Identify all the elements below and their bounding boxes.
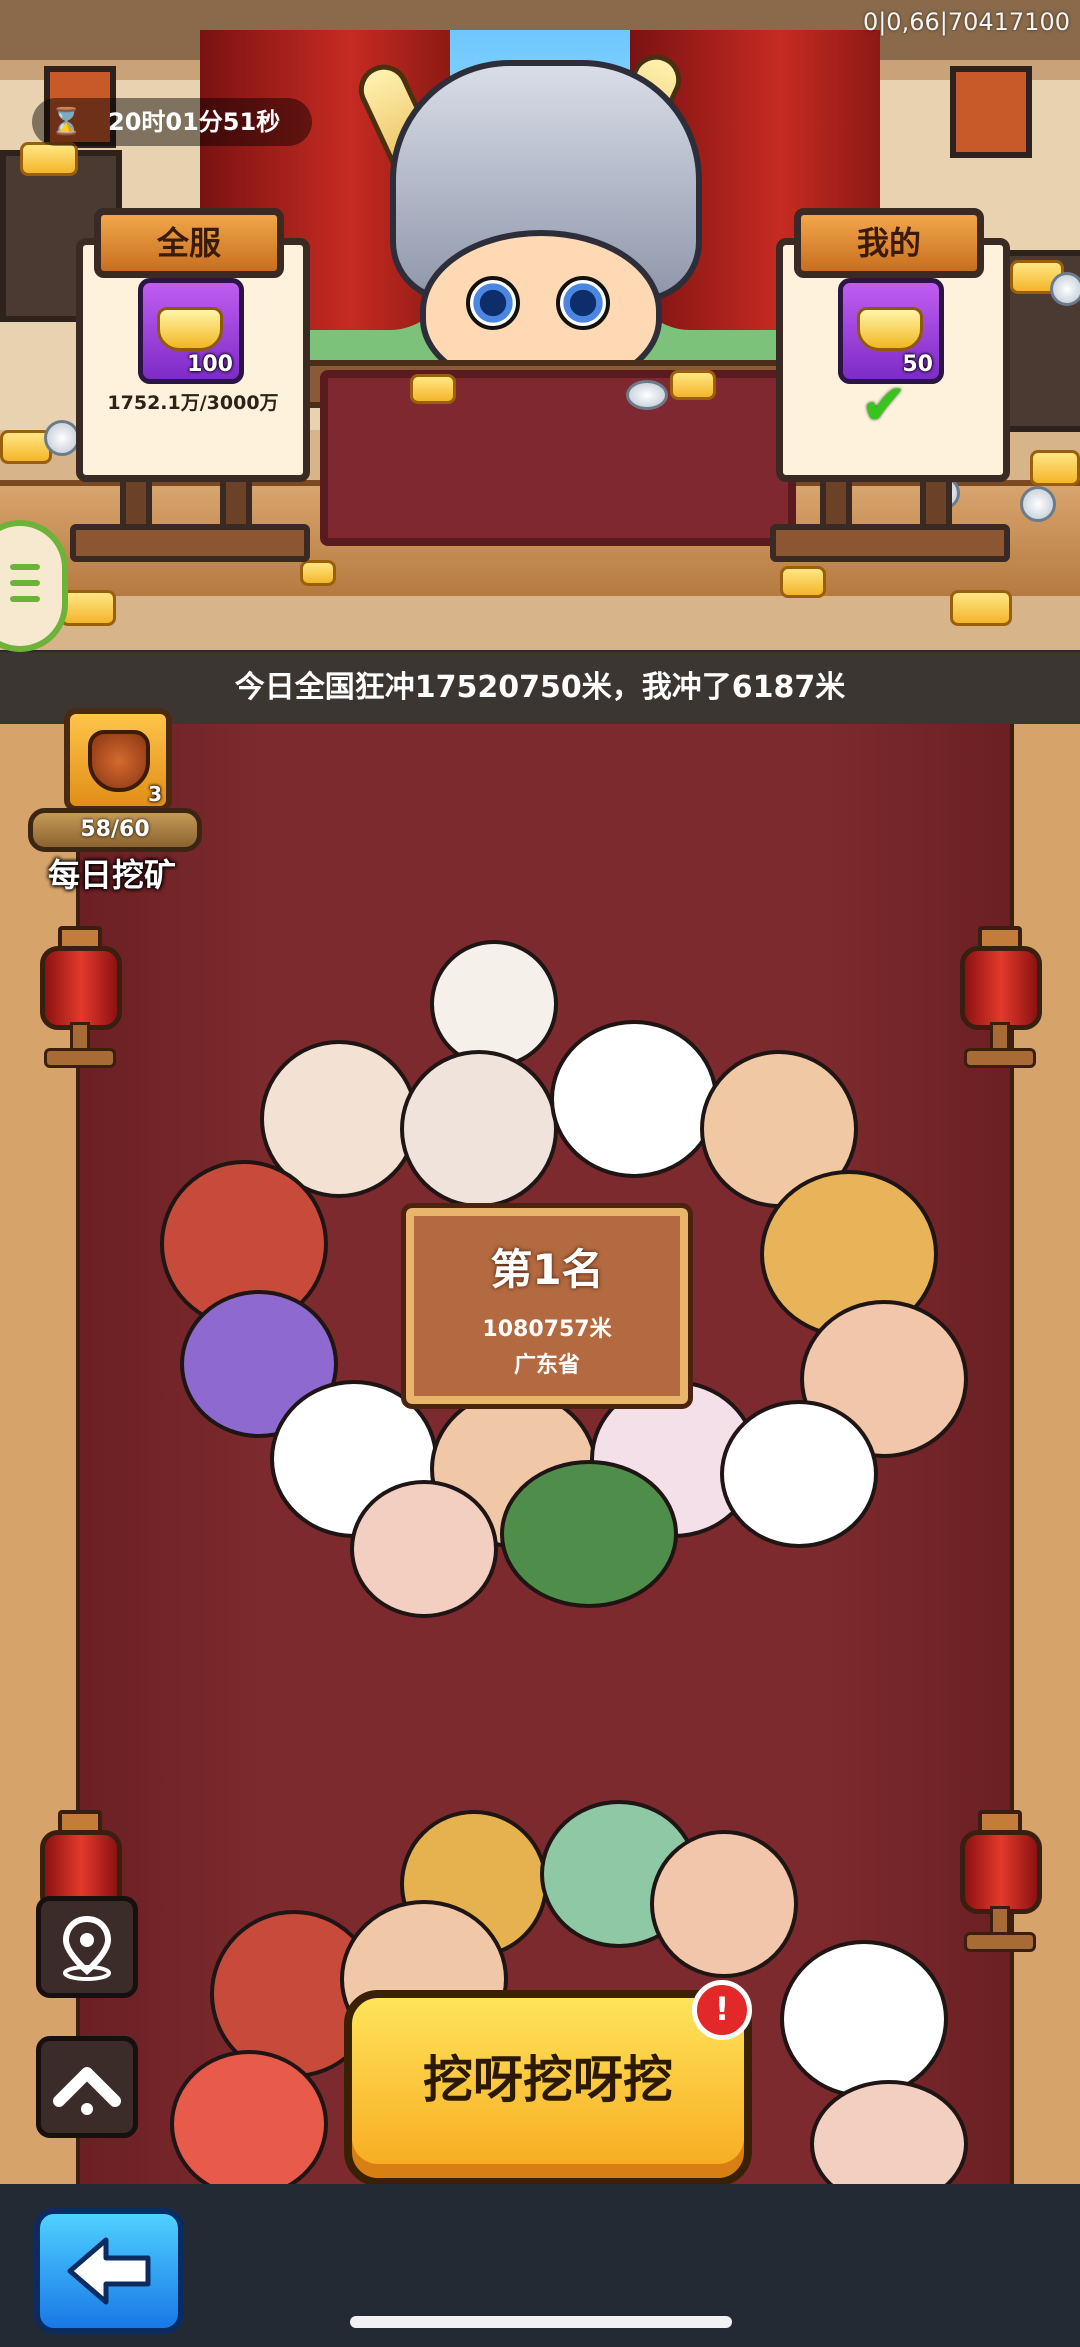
location-pin-icon bbox=[62, 1915, 112, 1981]
gold-ingot-icon bbox=[780, 566, 826, 598]
rank-province: 广东省 bbox=[513, 1353, 580, 1378]
gold-ingot-icon bbox=[157, 307, 223, 351]
back-arrow-icon bbox=[67, 2237, 151, 2305]
hourglass-icon: ⌛ bbox=[50, 107, 83, 137]
menu-line bbox=[10, 564, 40, 570]
gold-ingot-icon bbox=[670, 370, 716, 400]
rank-card[interactable]: 第1名 1080757米 广东省 bbox=[401, 1203, 693, 1409]
bottom-bar bbox=[0, 2184, 1080, 2347]
mining-label: 每日挖矿 bbox=[47, 856, 176, 894]
menu-toggle-button[interactable] bbox=[0, 520, 68, 652]
silver-coin-icon bbox=[1050, 272, 1080, 306]
server-progress-text: 1752.1万/3000万 bbox=[107, 392, 279, 414]
server-reward-sign[interactable]: 全服 100 1752.1万/3000万 bbox=[70, 208, 310, 562]
character-head bbox=[780, 1940, 948, 2098]
checkmark-icon: ✔ bbox=[860, 373, 908, 438]
hero-eye bbox=[466, 276, 520, 330]
character-head bbox=[650, 1830, 798, 1978]
server-sign-title: 全服 bbox=[94, 208, 284, 278]
lantern-icon bbox=[34, 926, 122, 1068]
menu-line bbox=[10, 580, 40, 586]
reward-count: 100 bbox=[187, 352, 233, 377]
gold-ingot-icon bbox=[20, 142, 78, 176]
timer-text: 20时01分51秒 bbox=[108, 108, 281, 136]
gold-ingot-icon bbox=[857, 307, 923, 351]
gold-ingot-icon bbox=[410, 374, 456, 404]
mining-count: 3 bbox=[148, 782, 162, 806]
debug-readout: 0|0,66|70417100 bbox=[862, 8, 1070, 36]
character-head bbox=[550, 1020, 718, 1178]
mining-chest-icon bbox=[88, 730, 150, 792]
gold-reward-box: 100 bbox=[138, 278, 244, 384]
sign-base bbox=[70, 524, 310, 562]
sign-base bbox=[770, 524, 1010, 562]
wall-lantern-icon bbox=[950, 66, 1032, 158]
home-indicator[interactable] bbox=[350, 2316, 732, 2328]
character-head bbox=[170, 2050, 328, 2198]
hero-eye bbox=[556, 276, 610, 330]
gold-ingot-icon bbox=[1030, 450, 1080, 486]
rank-distance: 1080757米 bbox=[482, 1317, 612, 1342]
silver-coin-icon bbox=[1020, 486, 1056, 522]
location-button[interactable] bbox=[36, 1896, 138, 1998]
character-head bbox=[720, 1400, 878, 1548]
character-head bbox=[500, 1460, 678, 1608]
gold-ingot-icon bbox=[950, 590, 1012, 626]
silver-coin-icon bbox=[626, 380, 668, 410]
mining-chest: 3 bbox=[64, 708, 172, 812]
gold-reward-box: 50 bbox=[838, 278, 944, 384]
counter-table bbox=[320, 370, 796, 546]
menu-line bbox=[10, 596, 40, 602]
scroll-top-button[interactable] bbox=[36, 2036, 138, 2138]
notification-badge: ! bbox=[692, 1980, 752, 2040]
my-reward-sign[interactable]: 我的 50 ✔ bbox=[770, 208, 1010, 562]
my-sign-title: 我的 bbox=[794, 208, 984, 278]
back-button[interactable] bbox=[34, 2208, 184, 2334]
countdown-timer: ⌛ 20时01分51秒 bbox=[32, 98, 312, 146]
rank-title: 第1名 bbox=[490, 1245, 604, 1294]
character-head bbox=[350, 1480, 498, 1618]
gold-ingot-icon bbox=[300, 560, 336, 586]
lantern-icon bbox=[954, 926, 1042, 1068]
gold-ingot-icon bbox=[60, 590, 116, 626]
mining-progress: 58/60 bbox=[28, 808, 202, 852]
chevron-up-icon bbox=[53, 2067, 121, 2115]
daily-mining-button[interactable]: 3 58/60 每日挖矿 bbox=[22, 700, 202, 900]
character-head bbox=[400, 1050, 558, 1208]
dig-button[interactable]: 挖呀挖呀挖 bbox=[344, 1990, 752, 2186]
character-head bbox=[430, 940, 558, 1068]
